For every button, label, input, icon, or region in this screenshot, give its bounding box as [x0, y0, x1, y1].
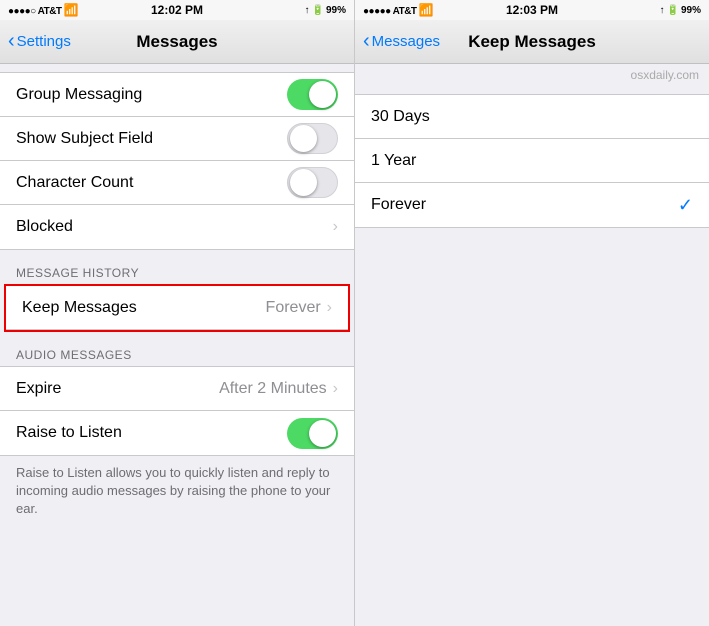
battery-left: ↑ 🔋 99% — [305, 5, 346, 16]
blocked-chevron: › — [333, 218, 338, 236]
group-messaging-toggle[interactable] — [287, 79, 338, 110]
audio-messages-group: Expire After 2 Minutes › Raise to Listen — [0, 366, 354, 456]
option-30-days-label: 30 Days — [371, 108, 430, 126]
battery-pct-left: 99% — [326, 5, 346, 16]
raise-to-listen-toggle[interactable] — [287, 418, 338, 449]
settings-list-left: Group Messaging Show Subject Field Chara… — [0, 64, 354, 626]
show-subject-label: Show Subject Field — [16, 130, 153, 148]
time-left: 12:02 PM — [151, 3, 203, 17]
message-history-header: MESSAGE HISTORY — [0, 258, 354, 284]
option-1-year-label: 1 Year — [371, 152, 416, 170]
battery-right: ↑ 🔋 99% — [660, 5, 701, 16]
battery-pct-right: 99% — [681, 5, 701, 16]
back-label-right: Messages — [372, 33, 440, 50]
expire-chevron: › — [333, 380, 338, 398]
keep-messages-label: Keep Messages — [22, 299, 137, 317]
character-count-row[interactable]: Character Count — [0, 161, 354, 205]
show-subject-toggle[interactable] — [287, 123, 338, 154]
status-bar-left: ●●●●○ AT&T 📶 12:02 PM ↑ 🔋 99% — [0, 0, 354, 20]
keep-messages-list: 30 Days 1 Year Forever ✓ — [355, 94, 709, 228]
expire-label: Expire — [16, 380, 61, 398]
blocked-row[interactable]: Blocked › — [0, 205, 354, 249]
toggle-thumb-char — [290, 169, 317, 196]
signal-right: ↑ — [660, 5, 665, 16]
expire-right: After 2 Minutes › — [219, 380, 338, 398]
show-subject-row[interactable]: Show Subject Field — [0, 117, 354, 161]
nav-bar-right: ‹ Messages Keep Messages — [355, 20, 709, 64]
option-forever-label: Forever — [371, 196, 426, 214]
toggle-thumb-raise — [309, 420, 336, 447]
time-right: 12:03 PM — [506, 3, 558, 17]
option-1-year-row[interactable]: 1 Year — [355, 139, 709, 183]
page-title-left: Messages — [136, 32, 217, 52]
audio-messages-header: AUDIO MESSAGES — [0, 340, 354, 366]
toggle-thumb-group — [309, 81, 336, 108]
blocked-right: › — [333, 218, 338, 236]
keep-messages-value: Forever — [266, 299, 321, 317]
raise-to-listen-row[interactable]: Raise to Listen — [0, 411, 354, 455]
watermark: osxdaily.com — [355, 64, 709, 86]
main-toggles-group: Group Messaging Show Subject Field Chara… — [0, 72, 354, 250]
signal-left: ↑ — [305, 5, 310, 16]
status-bar-right: ●●●●● AT&T 📶 12:03 PM ↑ 🔋 99% — [355, 0, 709, 20]
audio-messages-section: AUDIO MESSAGES Expire After 2 Minutes › … — [0, 340, 354, 456]
back-arrow-right: ‹ — [363, 30, 370, 53]
carrier-left: ●●●●○ AT&T 📶 — [8, 3, 78, 17]
blocked-label: Blocked — [16, 218, 73, 236]
keep-messages-chevron: › — [327, 299, 332, 317]
page-title-right: Keep Messages — [468, 32, 596, 52]
raise-to-listen-description: Raise to Listen allows you to quickly li… — [0, 456, 354, 527]
back-button-right[interactable]: ‹ Messages — [363, 30, 440, 53]
option-30-days-row[interactable]: 30 Days — [355, 95, 709, 139]
message-history-section: MESSAGE HISTORY Keep Messages Forever › — [0, 258, 354, 332]
raise-to-listen-label: Raise to Listen — [16, 424, 122, 442]
right-panel: ●●●●● AT&T 📶 12:03 PM ↑ 🔋 99% ‹ Messages… — [355, 0, 709, 626]
back-button-left[interactable]: ‹ Settings — [8, 30, 71, 53]
group-messaging-label: Group Messaging — [16, 86, 142, 104]
expire-value: After 2 Minutes — [219, 380, 327, 398]
back-arrow-left: ‹ — [8, 30, 15, 53]
keep-messages-row[interactable]: Keep Messages Forever › — [6, 286, 348, 330]
battery-icon-right: 🔋 — [667, 5, 679, 16]
back-label-left: Settings — [17, 33, 71, 50]
forever-checkmark: ✓ — [678, 195, 693, 216]
toggle-thumb-subject — [290, 125, 317, 152]
nav-bar-left: ‹ Settings Messages — [0, 20, 354, 64]
keep-messages-group: Keep Messages Forever › — [4, 284, 350, 332]
left-panel: ●●●●○ AT&T 📶 12:02 PM ↑ 🔋 99% ‹ Settings… — [0, 0, 355, 626]
character-count-label: Character Count — [16, 174, 133, 192]
expire-row[interactable]: Expire After 2 Minutes › — [0, 367, 354, 411]
keep-messages-right: Forever › — [266, 299, 332, 317]
group-messaging-row[interactable]: Group Messaging — [0, 73, 354, 117]
character-count-toggle[interactable] — [287, 167, 338, 198]
option-forever-row[interactable]: Forever ✓ — [355, 183, 709, 227]
carrier-right: ●●●●● AT&T 📶 — [363, 3, 433, 17]
battery-icon-left: 🔋 — [312, 5, 324, 16]
